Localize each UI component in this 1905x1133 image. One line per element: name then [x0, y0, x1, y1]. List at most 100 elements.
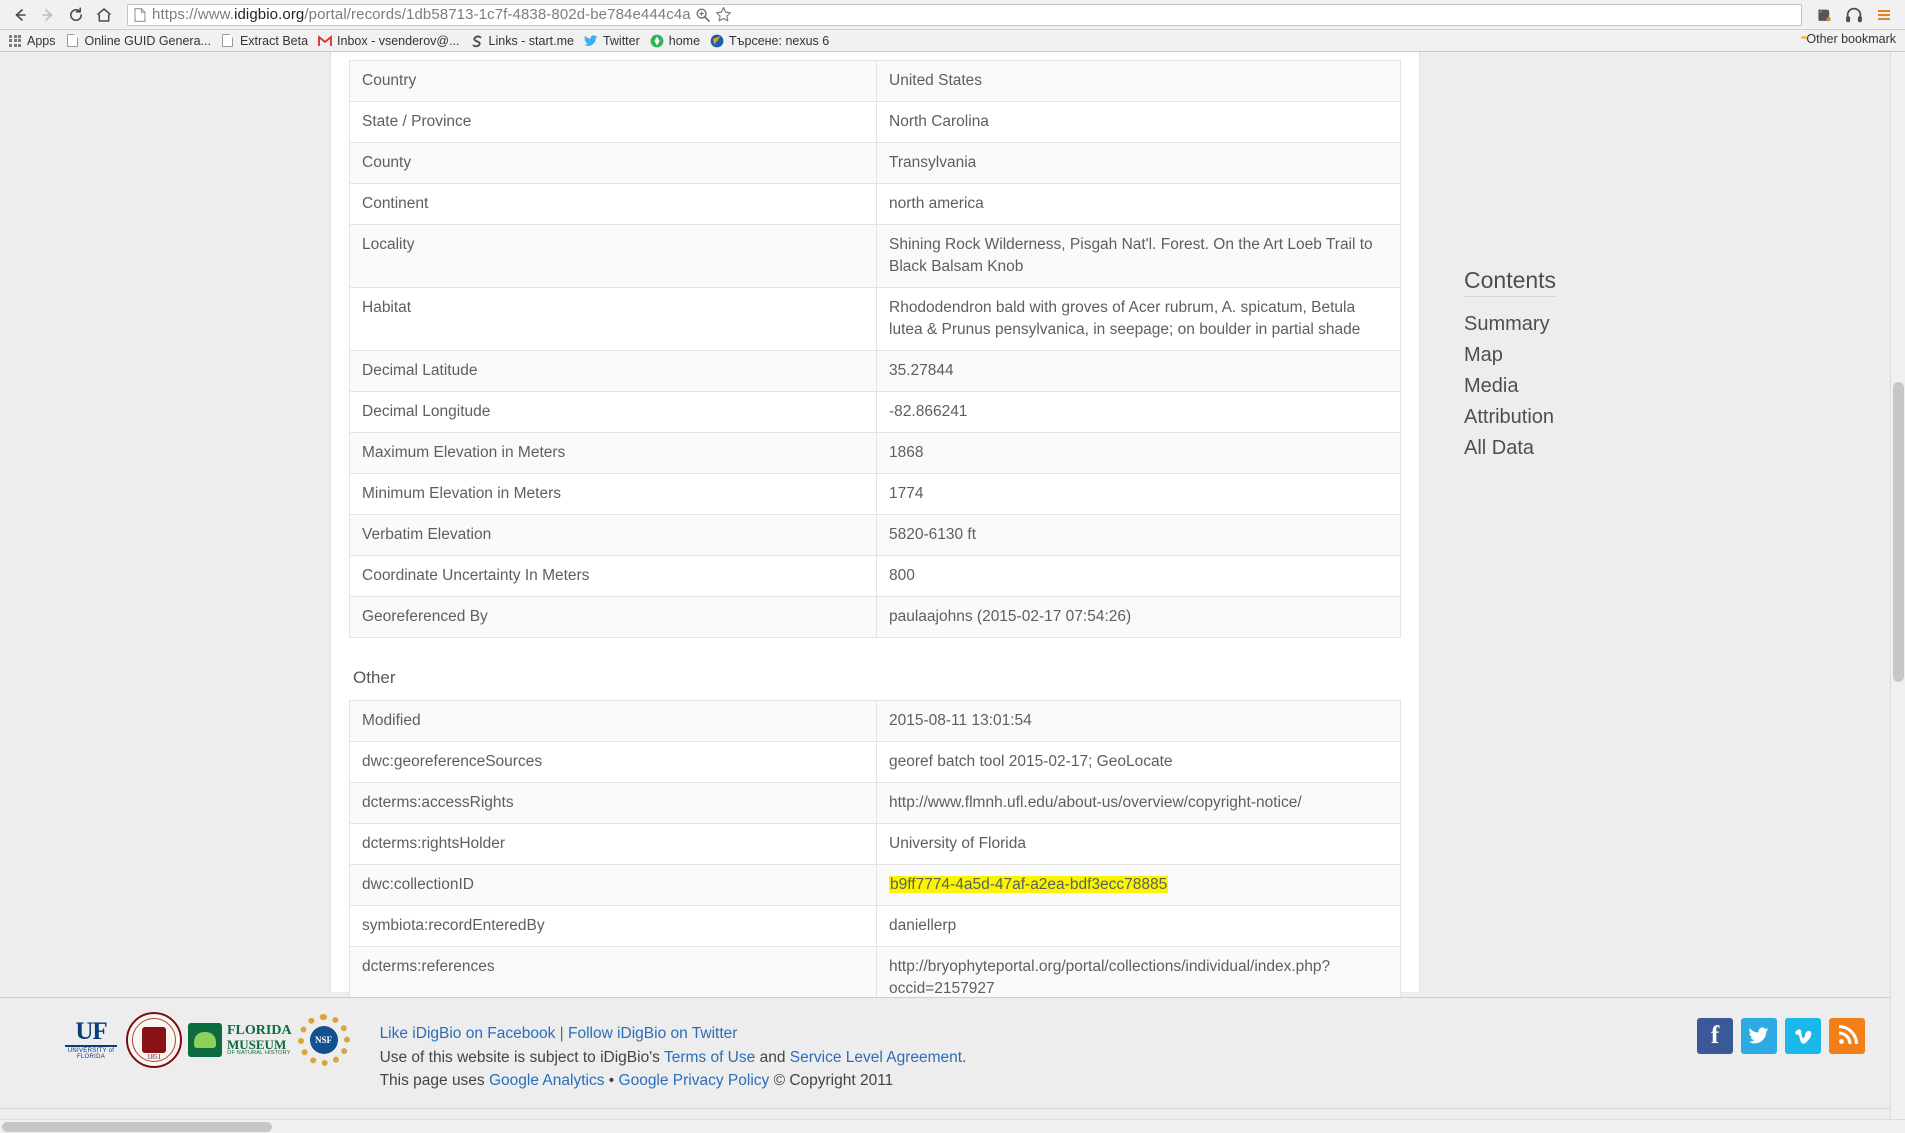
uf-logo[interactable]: UF UNIVERSITY of FLORIDA	[62, 1018, 120, 1062]
forward-arrow-icon[interactable]	[34, 2, 62, 28]
table-row: Decimal Longitude -82.866241	[349, 391, 1401, 433]
row-key: Decimal Latitude	[349, 350, 877, 392]
browser-toolbar: https://www.idigbio.org/portal/records/1…	[0, 0, 1905, 30]
row-key: dwc:georeferenceSources	[349, 741, 877, 783]
contents-item-summary[interactable]: Summary	[1464, 311, 1694, 338]
fsu-seal-core	[142, 1027, 166, 1053]
reload-icon[interactable]	[62, 2, 90, 28]
home-icon[interactable]	[90, 2, 118, 28]
star-icon[interactable]	[715, 6, 732, 23]
row-key: Modified	[349, 700, 877, 742]
table-row: Decimal Latitude 35.27844	[349, 350, 1401, 392]
bookmark-home[interactable]: home	[646, 31, 706, 50]
row-key: dcterms:rightsHolder	[349, 823, 877, 865]
contents-item-map[interactable]: Map	[1464, 342, 1694, 369]
service-level-agreement-link[interactable]: Service Level Agreement	[790, 1049, 962, 1066]
row-key: dwc:collectionID	[349, 864, 877, 906]
bookmarks-bar: Apps Online GUID Genera... Extract Beta …	[0, 30, 1905, 52]
florida-museum-line1: FLORIDA	[227, 1022, 292, 1038]
horizontal-scroll-thumb[interactable]	[2, 1122, 272, 1132]
row-key: Maximum Elevation in Meters	[349, 432, 877, 474]
terms-suffix: .	[962, 1048, 967, 1066]
row-value: University of Florida	[876, 823, 1401, 865]
row-key: Locality	[349, 224, 877, 288]
vertical-scrollbar[interactable]	[1890, 52, 1905, 1133]
headphones-extension-icon[interactable]	[1839, 2, 1869, 28]
twitter-link[interactable]: Follow iDigBio on Twitter	[568, 1025, 737, 1042]
uf-logo-main: UF	[75, 1018, 107, 1046]
bookmark-label: Links - start.me	[488, 33, 574, 48]
vertical-scroll-thumb[interactable]	[1893, 382, 1904, 682]
other-bookmarks-button[interactable]: Other bookmark	[1796, 31, 1901, 47]
startme-s-icon	[470, 34, 484, 48]
back-arrow-icon[interactable]	[6, 2, 34, 28]
contents-title: Contents	[1464, 267, 1557, 297]
analytics-prefix: This page uses	[379, 1072, 489, 1090]
footer-logos: UF UNIVERSITY of FLORIDA 1851 FLORIDA MU…	[62, 1012, 350, 1068]
twitter-icon[interactable]	[1741, 1018, 1777, 1054]
contents-item-media[interactable]: Media	[1464, 373, 1694, 400]
row-key: Coordinate Uncertainty In Meters	[349, 555, 877, 597]
row-key: Habitat	[349, 287, 877, 351]
zoom-magnifier-icon[interactable]	[695, 7, 711, 23]
google-analytics-link[interactable]: Google Analytics	[489, 1072, 604, 1089]
row-key: symbiota:recordEnteredBy	[349, 905, 877, 947]
row-key: County	[349, 142, 877, 184]
table-row: State / Province North Carolina	[349, 101, 1401, 143]
fsu-seal-logo[interactable]: 1851	[126, 1012, 182, 1068]
evernote-extension-icon[interactable]	[1809, 2, 1839, 28]
row-value: Rhododendron bald with groves of Acer ru…	[876, 287, 1401, 351]
other-section-heading: Other	[353, 668, 396, 687]
rss-icon[interactable]	[1829, 1018, 1865, 1054]
facebook-icon[interactable]: f	[1697, 1018, 1733, 1054]
blue-search-icon	[710, 34, 724, 48]
horizontal-scrollbar[interactable]	[0, 1119, 1905, 1133]
browser-chrome: https://www.idigbio.org/portal/records/1…	[0, 0, 1905, 52]
bookmark-online-guid-generator[interactable]: Online GUID Genera...	[62, 31, 217, 50]
footer-analytics-line: This page uses Google Analytics • Google…	[380, 1069, 967, 1093]
row-value: north america	[876, 183, 1401, 225]
contents-item-attribution[interactable]: Attribution	[1464, 404, 1694, 431]
highlighted-value: b9ff7774-4a5d-47af-a2ea-bdf3ecc78885	[889, 876, 1169, 893]
bookmark-extract-beta[interactable]: Extract Beta	[217, 31, 314, 50]
facebook-link[interactable]: Like iDigBio on Facebook	[380, 1025, 556, 1042]
table-row: Country United States	[349, 60, 1401, 102]
terms-of-use-link[interactable]: Terms of Use	[664, 1049, 755, 1066]
gmail-m-icon	[318, 34, 332, 48]
footer-social-line: Like iDigBio on Facebook | Follow iDigBi…	[380, 1022, 967, 1046]
apps-grid-icon	[8, 34, 22, 48]
terms-and: and	[755, 1048, 790, 1066]
table-row: Georeferenced By paulaajohns (2015-02-17 …	[349, 596, 1401, 638]
vimeo-icon[interactable]	[1785, 1018, 1821, 1054]
bookmark-links-startme[interactable]: Links - start.me	[466, 31, 580, 50]
terms-prefix: Use of this website is subject to iDigBi…	[379, 1048, 664, 1066]
table-row: dwc:georeferenceSources georef batch tool…	[349, 741, 1401, 783]
table-row: dcterms:rightsHolder University of Florid…	[349, 823, 1401, 865]
bookmark-apps[interactable]: Apps	[4, 31, 62, 50]
bookmark-twitter[interactable]: Twitter	[580, 31, 646, 50]
bookmark-search-nexus-6[interactable]: Търсене: nexus 6	[706, 31, 835, 50]
row-value: 1774	[876, 473, 1401, 515]
row-value: georef batch tool 2015-02-17; GeoLocate	[876, 741, 1401, 783]
table-row: Modified 2015-08-11 13:01:54	[349, 700, 1401, 742]
fsu-seal-year: 1851	[147, 1053, 161, 1061]
row-key: Country	[349, 60, 877, 102]
google-privacy-policy-link[interactable]: Google Privacy Policy	[619, 1072, 770, 1089]
page-favicon-icon	[66, 34, 80, 48]
copyright-text: © Copyright 2011	[769, 1072, 894, 1090]
twitter-bird-icon	[583, 34, 598, 48]
row-value: daniellerp	[876, 905, 1401, 947]
contents-item-all-data[interactable]: All Data	[1464, 435, 1694, 462]
table-row: dcterms:accessRights http://www.flmnh.ufl…	[349, 782, 1401, 824]
chrome-menu-icon[interactable]	[1869, 2, 1899, 28]
address-bar[interactable]: https://www.idigbio.org/portal/records/1…	[127, 3, 1802, 26]
row-key: Minimum Elevation in Meters	[349, 473, 877, 515]
table-row: Minimum Elevation in Meters 1774	[349, 473, 1401, 515]
contents-nav: Contents Summary Map Media Attribution All D…	[1464, 267, 1694, 466]
nsf-logo[interactable]: NSF	[297, 1014, 350, 1066]
social-buttons: f	[1697, 1018, 1865, 1054]
row-value: North Carolina	[876, 101, 1401, 143]
bookmark-inbox-gmail[interactable]: Inbox - vsenderov@...	[314, 31, 465, 50]
bookmark-label: Online GUID Genera...	[84, 33, 211, 48]
florida-museum-logo[interactable]: FLORIDA MUSEUM OF NATURAL HISTORY	[188, 1023, 292, 1057]
